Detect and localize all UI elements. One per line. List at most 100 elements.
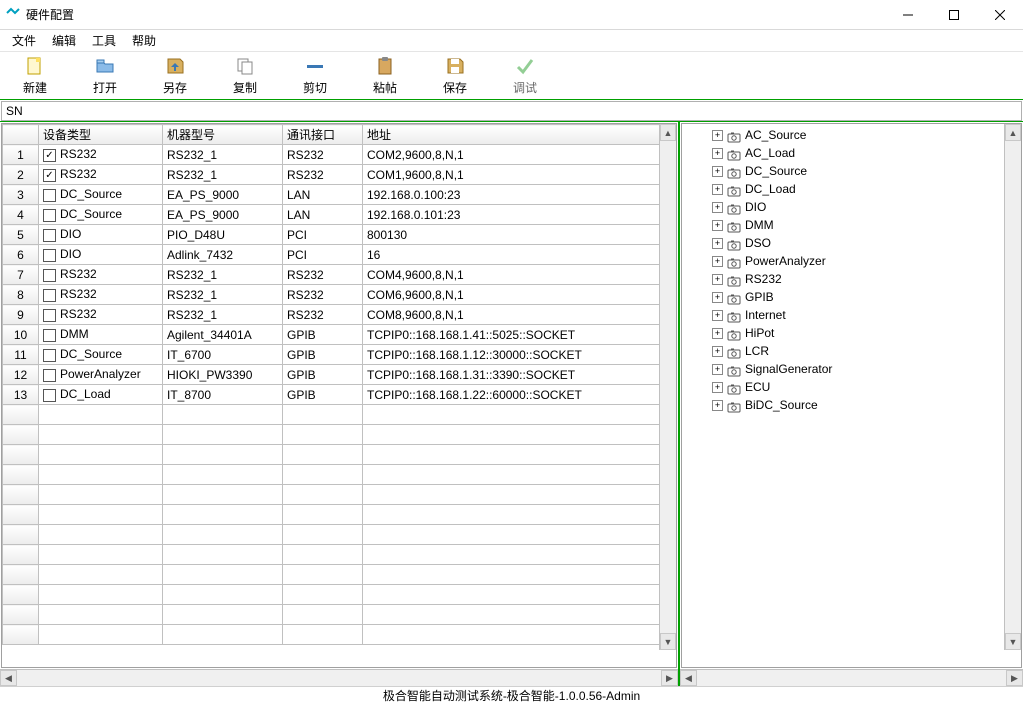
cell-port[interactable]: GPIB [283, 325, 363, 345]
cell-addr[interactable]: TCPIP0::168.168.1.41::5025::SOCKET [363, 325, 676, 345]
table-row[interactable]: 12PowerAnalyzerHIOKI_PW3390GPIBTCPIP0::1… [3, 365, 676, 385]
table-header-row[interactable]: 设备类型 机器型号 通讯接口 地址 [3, 125, 676, 145]
cell-model[interactable]: RS232_1 [163, 165, 283, 185]
table-row[interactable]: 13DC_LoadIT_8700GPIBTCPIP0::168.168.1.22… [3, 385, 676, 405]
row-checkbox[interactable] [43, 189, 56, 202]
table-vscroll[interactable]: ▲ ▼ [659, 124, 676, 650]
expand-icon[interactable]: + [712, 148, 723, 159]
expand-icon[interactable]: + [712, 202, 723, 213]
row-checkbox[interactable] [43, 309, 56, 322]
row-number[interactable]: 11 [3, 345, 39, 365]
table-row[interactable] [3, 565, 676, 585]
expand-icon[interactable]: + [712, 130, 723, 141]
col-type[interactable]: 设备类型 [39, 125, 163, 145]
row-checkbox[interactable] [43, 209, 56, 222]
scroll-left-icon[interactable]: ◀ [0, 670, 17, 686]
cell-type[interactable]: RS232 [39, 305, 163, 325]
expand-icon[interactable]: + [712, 364, 723, 375]
col-addr[interactable]: 地址 [363, 125, 676, 145]
scroll-up-icon[interactable]: ▲ [660, 124, 676, 141]
tree-node[interactable]: +HiPot [688, 324, 1021, 342]
cell-addr[interactable]: COM8,9600,8,N,1 [363, 305, 676, 325]
tree-node[interactable]: +BiDC_Source [688, 396, 1021, 414]
table-row[interactable]: 8RS232RS232_1RS232COM6,9600,8,N,1 [3, 285, 676, 305]
col-port[interactable]: 通讯接口 [283, 125, 363, 145]
cell-model[interactable]: IT_8700 [163, 385, 283, 405]
cell-type[interactable]: DC_Source [39, 185, 163, 205]
table-row[interactable] [3, 405, 676, 425]
row-number[interactable]: 4 [3, 205, 39, 225]
scroll-right-icon[interactable]: ▶ [661, 670, 678, 686]
cell-model[interactable]: RS232_1 [163, 265, 283, 285]
row-number[interactable]: 3 [3, 185, 39, 205]
row-number[interactable]: 10 [3, 325, 39, 345]
row-checkbox[interactable] [43, 289, 56, 302]
device-table[interactable]: 设备类型 机器型号 通讯接口 地址 1RS232RS232_1RS232COM2… [1, 123, 677, 668]
row-number[interactable]: 9 [3, 305, 39, 325]
tree-node[interactable]: +DC_Source [688, 162, 1021, 180]
cell-port[interactable]: RS232 [283, 305, 363, 325]
cell-model[interactable]: RS232_1 [163, 285, 283, 305]
table-row[interactable]: 2RS232RS232_1RS232COM1,9600,8,N,1 [3, 165, 676, 185]
save-button[interactable]: 保存 [420, 54, 490, 98]
row-checkbox[interactable] [43, 369, 56, 382]
cell-addr[interactable]: 192.168.0.100:23 [363, 185, 676, 205]
minimize-button[interactable] [885, 0, 931, 30]
table-row[interactable]: 1RS232RS232_1RS232COM2,9600,8,N,1 [3, 145, 676, 165]
cell-type[interactable]: RS232 [39, 285, 163, 305]
device-tree[interactable]: +AC_Source+AC_Load+DC_Source+DC_Load+DIO… [681, 123, 1022, 668]
row-number[interactable]: 6 [3, 245, 39, 265]
table-row[interactable]: 6DIOAdlink_7432PCI16 [3, 245, 676, 265]
row-number[interactable]: 2 [3, 165, 39, 185]
cell-port[interactable]: PCI [283, 245, 363, 265]
cell-addr[interactable]: TCPIP0::168.168.1.31::3390::SOCKET [363, 365, 676, 385]
expand-icon[interactable]: + [712, 166, 723, 177]
tree-node[interactable]: +AC_Load [688, 144, 1021, 162]
row-checkbox[interactable] [43, 389, 56, 402]
tree-node[interactable]: +DIO [688, 198, 1021, 216]
saveas-button[interactable]: 另存 [140, 54, 210, 98]
row-checkbox[interactable] [43, 149, 56, 162]
row-number[interactable]: 12 [3, 365, 39, 385]
cell-type[interactable]: RS232 [39, 145, 163, 165]
tree-node[interactable]: +AC_Source [688, 126, 1021, 144]
tree-node[interactable]: +RS232 [688, 270, 1021, 288]
col-model[interactable]: 机器型号 [163, 125, 283, 145]
cell-model[interactable]: RS232_1 [163, 305, 283, 325]
table-row[interactable] [3, 465, 676, 485]
row-checkbox[interactable] [43, 229, 56, 242]
row-number[interactable]: 8 [3, 285, 39, 305]
close-button[interactable] [977, 0, 1023, 30]
tree-node[interactable]: +LCR [688, 342, 1021, 360]
expand-icon[interactable]: + [712, 346, 723, 357]
tree-node[interactable]: +DMM [688, 216, 1021, 234]
table-row[interactable]: 11DC_SourceIT_6700GPIBTCPIP0::168.168.1.… [3, 345, 676, 365]
cell-model[interactable]: Adlink_7432 [163, 245, 283, 265]
table-row[interactable]: 7RS232RS232_1RS232COM4,9600,8,N,1 [3, 265, 676, 285]
expand-icon[interactable]: + [712, 274, 723, 285]
cell-model[interactable]: IT_6700 [163, 345, 283, 365]
table-row[interactable] [3, 445, 676, 465]
cell-addr[interactable]: 800130 [363, 225, 676, 245]
scroll-down-icon[interactable]: ▼ [1005, 633, 1021, 650]
cell-model[interactable]: EA_PS_9000 [163, 205, 283, 225]
table-row[interactable]: 5DIOPIO_D48UPCI800130 [3, 225, 676, 245]
expand-icon[interactable]: + [712, 400, 723, 411]
table-row[interactable] [3, 525, 676, 545]
menu-tools[interactable]: 工具 [84, 30, 124, 51]
cell-port[interactable]: GPIB [283, 345, 363, 365]
row-checkbox[interactable] [43, 269, 56, 282]
table-row[interactable]: 10DMMAgilent_34401AGPIBTCPIP0::168.168.1… [3, 325, 676, 345]
scroll-up-icon[interactable]: ▲ [1005, 124, 1021, 141]
cell-type[interactable]: DMM [39, 325, 163, 345]
tree-node[interactable]: +GPIB [688, 288, 1021, 306]
row-number[interactable]: 7 [3, 265, 39, 285]
row-number[interactable]: 13 [3, 385, 39, 405]
cell-port[interactable]: RS232 [283, 165, 363, 185]
table-row[interactable] [3, 585, 676, 605]
table-row[interactable] [3, 625, 676, 645]
cell-model[interactable]: PIO_D48U [163, 225, 283, 245]
cell-addr[interactable]: COM2,9600,8,N,1 [363, 145, 676, 165]
row-checkbox[interactable] [43, 169, 56, 182]
cell-type[interactable]: DC_Load [39, 385, 163, 405]
